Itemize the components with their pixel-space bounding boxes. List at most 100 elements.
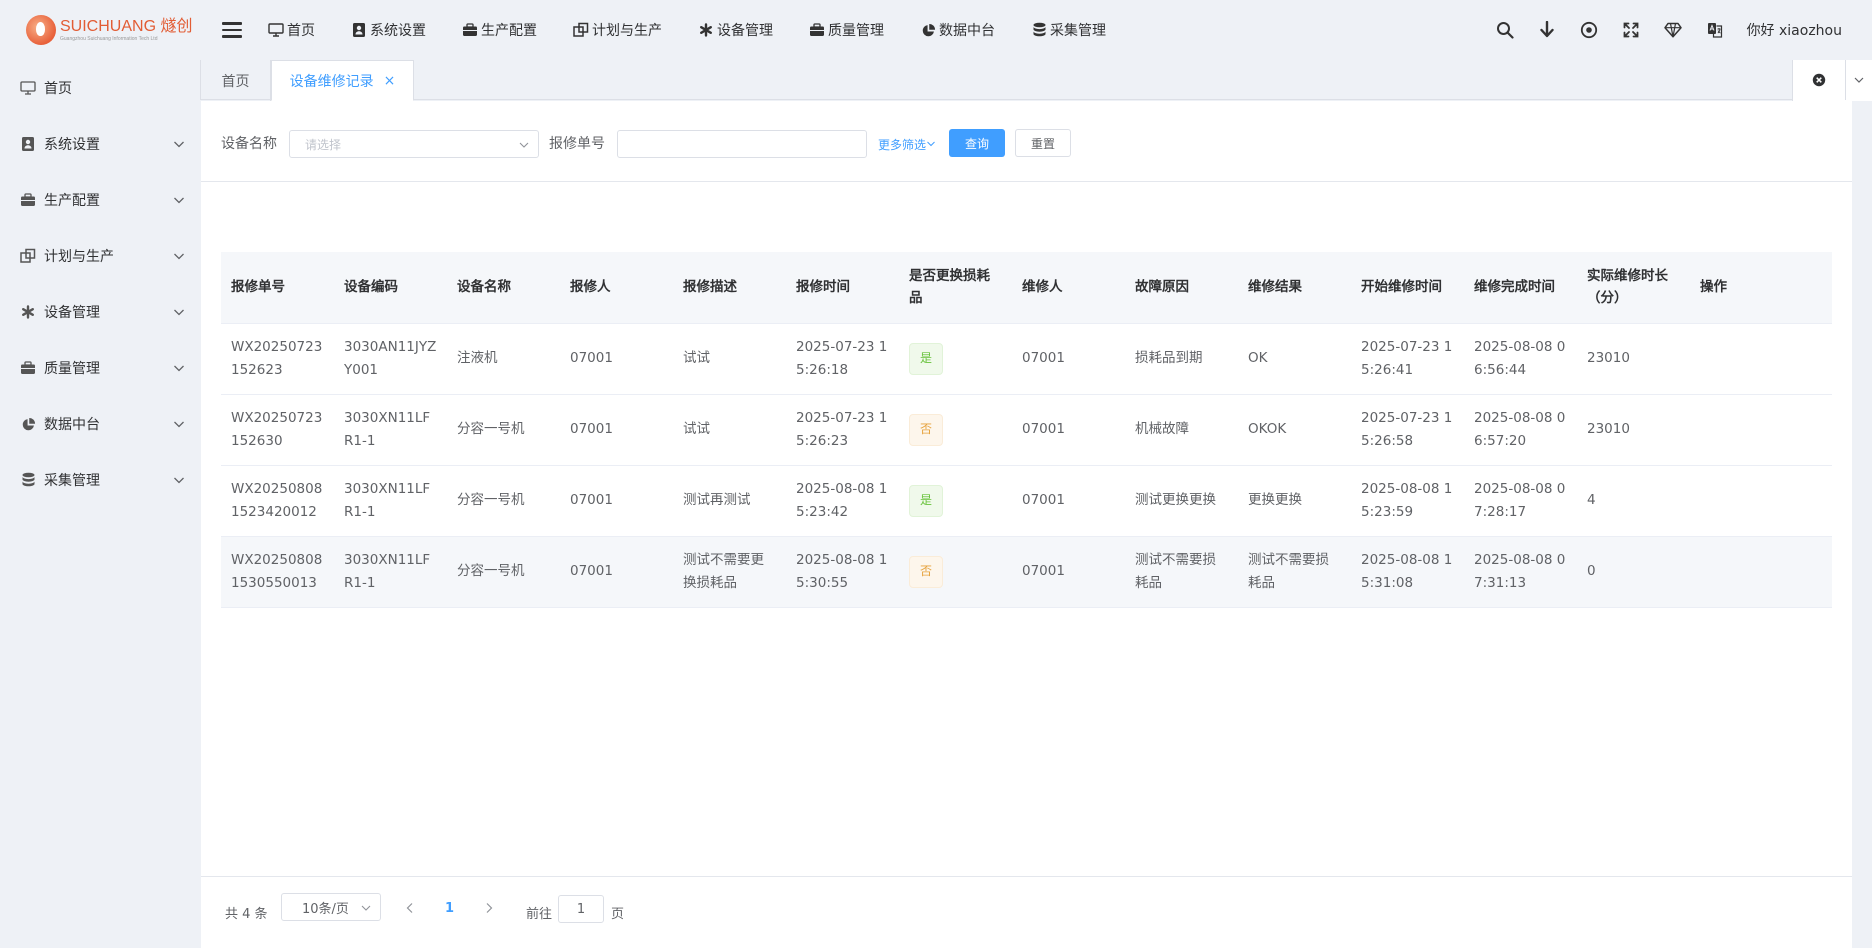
tab-tools	[1792, 60, 1872, 101]
cell-result: 更换更换	[1238, 465, 1351, 537]
goto-page-input[interactable]: 1	[558, 895, 604, 923]
cell-result: OK	[1238, 323, 1351, 395]
cell-description: 试试	[673, 394, 786, 466]
search-button[interactable]: 查询	[949, 129, 1005, 157]
cell-cause: 测试更换更换	[1125, 465, 1238, 537]
asterisk-icon	[20, 304, 36, 320]
page-number[interactable]: 1	[445, 901, 454, 916]
col-header: 报修描述	[673, 252, 786, 324]
top-right-tools: 你好 xiaozhou	[1473, 0, 1842, 60]
cell-description: 测试不需要更换损耗品	[673, 536, 786, 608]
sidebar-item-home[interactable]: 首页	[0, 60, 200, 116]
sidebar-item-data-center[interactable]: 数据中台	[0, 396, 200, 452]
cell-repair-no: WX20250723152623	[221, 323, 334, 395]
close-all-tabs-icon[interactable]	[1793, 60, 1845, 100]
reset-button[interactable]: 重置	[1015, 129, 1071, 157]
cell-repair-no: WX202508081530550013	[221, 536, 334, 608]
sidebar-item-device[interactable]: 设备管理	[0, 284, 200, 340]
cell-duration: 23010	[1577, 394, 1690, 466]
topnav-item-quality[interactable]: 质量管理	[809, 20, 884, 40]
cell-result: OKOK	[1238, 394, 1351, 466]
cell-device-name: 注液机	[447, 323, 560, 395]
logo-mark	[26, 15, 56, 45]
pagination: 共 4 条 10条/页 1 前往 1 页	[201, 876, 1852, 948]
database-icon	[20, 472, 36, 488]
cell-repairer: 07001	[1012, 323, 1125, 395]
sidebar: 首页 系统设置 生产配置 计划与生产 设备管理 质量管理 数据中台 采集管理	[0, 60, 200, 948]
briefcase-icon	[462, 22, 478, 38]
sidebar-item-production-config[interactable]: 生产配置	[0, 172, 200, 228]
topnav-item-home[interactable]: 首页	[268, 20, 315, 40]
pie-chart-icon	[920, 22, 936, 38]
topnav-item-data-center[interactable]: 数据中台	[920, 20, 995, 40]
col-header: 维修人	[1012, 252, 1125, 324]
main-panel: 设备名称 请选择 报修单号 更多筛选 查询 重置 报修单号 设备编码 设备名称 …	[201, 101, 1852, 948]
sidebar-item-label: 数据中台	[44, 417, 100, 433]
cell-repairer: 07001	[1012, 465, 1125, 537]
sidebar-item-plan-production[interactable]: 计划与生产	[0, 228, 200, 284]
status-badge: 是	[909, 342, 943, 375]
chevron-left-icon[interactable]	[403, 901, 417, 915]
cell-device-code: 3030XN11LFR1-1	[334, 536, 447, 608]
sidebar-item-system[interactable]: 系统设置	[0, 116, 200, 172]
cell-reporter: 07001	[560, 394, 673, 466]
page-size-select[interactable]: 10条/页	[281, 893, 381, 921]
tab-home[interactable]: 首页	[201, 60, 271, 101]
chevron-down-icon	[174, 421, 184, 428]
cell-start-time: 2025-07-23 15:26:58	[1351, 394, 1464, 466]
table-row[interactable]: WX202508081530550013 3030XN11LFR1-1 分容一号…	[221, 536, 1832, 608]
tabs-bar: 首页 设备维修记录 ×	[200, 60, 1872, 101]
chevron-down-icon	[174, 197, 184, 204]
more-filter-link[interactable]: 更多筛选	[878, 136, 936, 153]
status-badge: 否	[909, 555, 943, 588]
table-header-row: 报修单号 设备编码 设备名称 报修人 报修描述 报修时间 是否更换损耗品 维修人…	[221, 252, 1832, 324]
cell-cause: 机械故障	[1125, 394, 1238, 466]
status-badge: 是	[909, 484, 943, 517]
topnav-item-device[interactable]: 设备管理	[698, 20, 773, 40]
chevron-down-icon	[174, 477, 184, 484]
fullscreen-icon[interactable]	[1621, 20, 1641, 40]
table-row[interactable]: WX20250723152623 3030AN11JYZY001 注液机 070…	[221, 323, 1832, 395]
cell-report-time: 2025-08-08 15:30:55	[786, 536, 899, 608]
cell-start-time: 2025-08-08 15:31:08	[1351, 536, 1464, 608]
cell-report-time: 2025-07-23 15:26:18	[786, 323, 899, 395]
device-name-label: 设备名称	[221, 136, 277, 152]
topnav-item-collection[interactable]: 采集管理	[1031, 20, 1106, 40]
sidebar-item-quality[interactable]: 质量管理	[0, 340, 200, 396]
col-header: 操作	[1690, 252, 1832, 324]
table-row[interactable]: WX20250723152630 3030XN11LFR1-1 分容一号机 07…	[221, 394, 1832, 466]
menu-toggle-icon[interactable]	[222, 22, 242, 38]
repair-no-input[interactable]	[617, 130, 867, 158]
download-arrow-icon[interactable]	[1537, 20, 1557, 40]
sidebar-item-label: 系统设置	[44, 137, 100, 153]
topnav-item-production-config[interactable]: 生产配置	[462, 20, 537, 40]
col-header: 实际维修时长（分）	[1577, 252, 1690, 324]
diamond-icon[interactable]	[1663, 20, 1683, 40]
cell-start-time: 2025-08-08 15:23:59	[1351, 465, 1464, 537]
chevron-right-icon[interactable]	[482, 901, 496, 915]
device-name-select[interactable]: 请选择	[289, 130, 539, 158]
cell-device-code: 3030XN11LFR1-1	[334, 394, 447, 466]
tab-repair-record[interactable]: 设备维修记录 ×	[271, 60, 414, 101]
topnav-item-plan-production[interactable]: 计划与生产	[573, 20, 662, 40]
tabs-dropdown-icon[interactable]	[1845, 60, 1872, 100]
user-greeting[interactable]: 你好 xiaozhou	[1747, 20, 1842, 40]
sidebar-item-collection[interactable]: 采集管理	[0, 452, 200, 508]
sidebar-item-label: 质量管理	[44, 361, 100, 377]
table-row[interactable]: WX202508081523420012 3030XN11LFR1-1 分容一号…	[221, 465, 1832, 537]
target-icon[interactable]	[1579, 20, 1599, 40]
database-icon	[1031, 22, 1047, 38]
logo[interactable]: SUICHUANG 燧创 Guangzhou Suichuang Informa…	[0, 0, 200, 60]
cell-device-name: 分容一号机	[447, 536, 560, 608]
search-icon[interactable]	[1495, 20, 1515, 40]
repair-record-table: 报修单号 设备编码 设备名称 报修人 报修描述 报修时间 是否更换损耗品 维修人…	[221, 252, 1832, 608]
cell-repair-no: WX202508081523420012	[221, 465, 334, 537]
status-badge: 否	[909, 413, 943, 446]
cell-reporter: 07001	[560, 323, 673, 395]
asterisk-icon	[698, 22, 714, 38]
col-header: 报修人	[560, 252, 673, 324]
cell-report-time: 2025-08-08 15:23:42	[786, 465, 899, 537]
translate-icon[interactable]	[1705, 20, 1725, 40]
topnav-item-system[interactable]: 系统设置	[351, 20, 426, 40]
tab-close-icon[interactable]: ×	[384, 73, 396, 89]
